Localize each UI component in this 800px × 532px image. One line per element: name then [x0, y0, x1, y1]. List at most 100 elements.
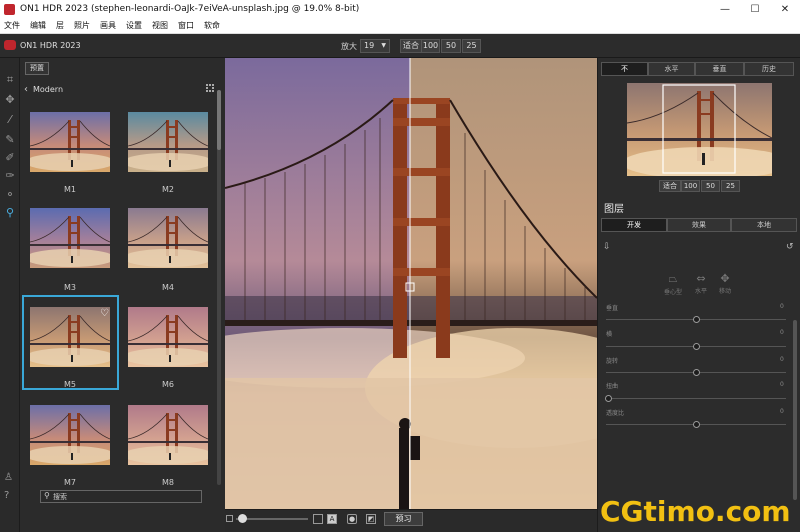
slider-label-rotate: 旋转 [606, 358, 619, 365]
tab-compare-horizontal[interactable]: 水平 [648, 62, 695, 76]
user-icon[interactable]: ♙ [4, 472, 13, 483]
perspective-control[interactable]: ⏢ 垂心型 [661, 272, 685, 296]
navigator-thumbnail[interactable] [627, 83, 772, 176]
square-icon[interactable] [313, 514, 323, 524]
zoom-tool-icon[interactable]: ⚲ [3, 206, 17, 220]
slider-label-distort: 扭曲 [606, 383, 619, 390]
preset-thumbnail-m3[interactable] [30, 208, 110, 268]
split-view-handle[interactable] [405, 283, 413, 291]
maximize-button[interactable]: ☐ [740, 4, 770, 15]
chevron-down-icon: ▼ [381, 42, 386, 49]
nav-50-button[interactable]: 50 [701, 180, 720, 192]
right-panel-scrollbar[interactable] [793, 320, 797, 500]
nav-100-button[interactable]: 100 [681, 180, 700, 192]
reset-icon[interactable]: ↺ [786, 242, 794, 252]
tab-effects[interactable]: 效果 [667, 218, 731, 232]
tab-history[interactable]: 历史 [744, 62, 794, 76]
move-icon[interactable]: ✥ [3, 93, 17, 107]
circle-mask-icon[interactable]: ● [347, 514, 357, 524]
text-a-icon[interactable]: A [327, 514, 337, 524]
menu-settings[interactable]: 设置 [126, 20, 142, 31]
eyedropper-icon[interactable]: ✎ [3, 133, 17, 147]
tab-local[interactable]: 本地 [731, 218, 797, 232]
horizontal-icon: ⇔ [696, 272, 706, 285]
app-icon [4, 3, 15, 15]
zoom-25-button[interactable]: 25 [462, 39, 481, 53]
on1-logo-icon [4, 40, 16, 50]
preset-label-m5: M5 [64, 380, 76, 389]
slider-value-distort: 0 [780, 381, 784, 388]
slider-label-vertical: 垂直 [606, 305, 619, 312]
close-button[interactable]: ✕ [770, 4, 800, 15]
preset-label-m7: M7 [64, 478, 76, 487]
preset-thumbnail-m6[interactable] [128, 307, 208, 367]
favorite-heart-icon[interactable]: ♡ [100, 308, 109, 319]
nav-25-button[interactable]: 25 [721, 180, 740, 192]
presets-button[interactable]: 预置 [25, 62, 49, 75]
preset-label-m1: M1 [64, 185, 76, 194]
slider-knob-distort[interactable] [605, 395, 612, 402]
move-control[interactable]: ✥ 移动 [713, 272, 737, 295]
zoom-value: 19 [364, 41, 375, 50]
tab-compare-none[interactable]: 不 [601, 62, 648, 76]
small-thumb-icon[interactable] [226, 515, 233, 522]
horizontal-label: 水平 [694, 288, 707, 295]
slider-track-distort[interactable] [606, 398, 786, 399]
grid-view-icon[interactable] [206, 84, 214, 92]
minimize-button[interactable]: — [710, 4, 740, 15]
compare-icon[interactable]: ◩ [366, 514, 376, 524]
zoom-fit-button[interactable]: 适合 [400, 39, 422, 53]
slider-knob-ratio[interactable] [693, 421, 700, 428]
zoom-label: 放大 [341, 42, 357, 51]
preset-thumbnail-m7[interactable] [30, 405, 110, 465]
slider-value-rotate: 0 [780, 356, 784, 363]
slider-label-ratio: 透度比 [606, 410, 625, 417]
help-icon[interactable]: ? [4, 490, 9, 501]
nav-fit-button[interactable]: 适合 [659, 180, 681, 192]
zoom-select[interactable]: 19 ▼ [360, 39, 390, 53]
layers-title: 图层 [604, 204, 624, 215]
healing-icon[interactable]: ⚬ [3, 188, 17, 202]
menu-help[interactable]: 软命 [204, 20, 220, 31]
preset-label-m2: M2 [162, 185, 174, 194]
slider-knob-vertical[interactable] [693, 316, 700, 323]
tab-compare-vertical[interactable]: 垂直 [695, 62, 744, 76]
zoom-50-button[interactable]: 50 [441, 39, 461, 53]
perspective-label: 垂心型 [663, 289, 682, 296]
back-chevron-icon[interactable]: ‹ [24, 84, 28, 95]
brush-icon[interactable]: ⁄ [3, 113, 17, 127]
slider-label-horizontal: 横 [606, 331, 613, 338]
slider-knob-rotate[interactable] [693, 369, 700, 376]
preset-label-m4: M4 [162, 283, 174, 292]
tab-develop[interactable]: 开发 [601, 218, 667, 232]
preset-search-placeholder: 搜索 [53, 493, 67, 501]
import-icon[interactable]: ⇩ [603, 242, 611, 252]
horizontal-control[interactable]: ⇔ 水平 [689, 272, 713, 295]
menu-edit[interactable]: 编辑 [30, 20, 46, 31]
search-icon: ⚲ [44, 491, 50, 500]
menu-window[interactable]: 窗口 [178, 20, 194, 31]
preset-thumbnail-m8[interactable] [128, 405, 208, 465]
thumbnail-size-knob[interactable] [238, 514, 247, 523]
menu-photo[interactable]: 照片 [74, 20, 90, 31]
presets-scrollbar-thumb[interactable] [217, 90, 221, 150]
tool-strip [0, 58, 20, 532]
preset-thumbnail-m1[interactable] [30, 112, 110, 172]
preset-thumbnail-m4[interactable] [128, 208, 208, 268]
menu-brush[interactable]: 画具 [100, 20, 116, 31]
preset-thumbnail-m5[interactable] [30, 307, 110, 367]
preset-thumbnail-m2[interactable] [128, 112, 208, 172]
slider-knob-horizontal[interactable] [693, 343, 700, 350]
retouch-icon[interactable]: ✐ [3, 151, 17, 165]
zoom-100-button[interactable]: 100 [421, 39, 440, 53]
slider-value-vertical: 0 [780, 303, 784, 310]
menu-file[interactable]: 文件 [4, 20, 20, 31]
crop-icon[interactable]: ⌗ [3, 73, 17, 87]
menu-layer[interactable]: 层 [56, 20, 64, 31]
window-title: ON1 HDR 2023 (stephen-leonardi-OaJk-7eiV… [20, 4, 360, 14]
menu-view[interactable]: 视图 [152, 20, 168, 31]
clone-icon[interactable]: ✑ [3, 169, 17, 183]
window-controls: — ☐ ✕ [710, 4, 800, 15]
preview-button[interactable]: 预习 [384, 512, 423, 526]
move-icon: ✥ [720, 272, 730, 285]
